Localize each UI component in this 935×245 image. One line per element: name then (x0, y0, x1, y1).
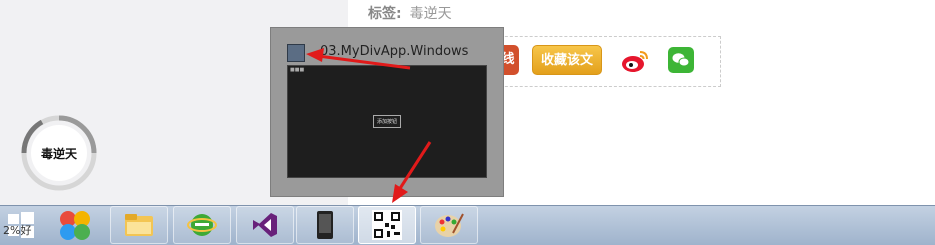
arrow-to-title-icon (317, 54, 411, 70)
arrow-head-icon (306, 48, 324, 62)
arrow-to-taskbar-icon (397, 141, 432, 191)
annotation-arrows (306, 48, 432, 203)
